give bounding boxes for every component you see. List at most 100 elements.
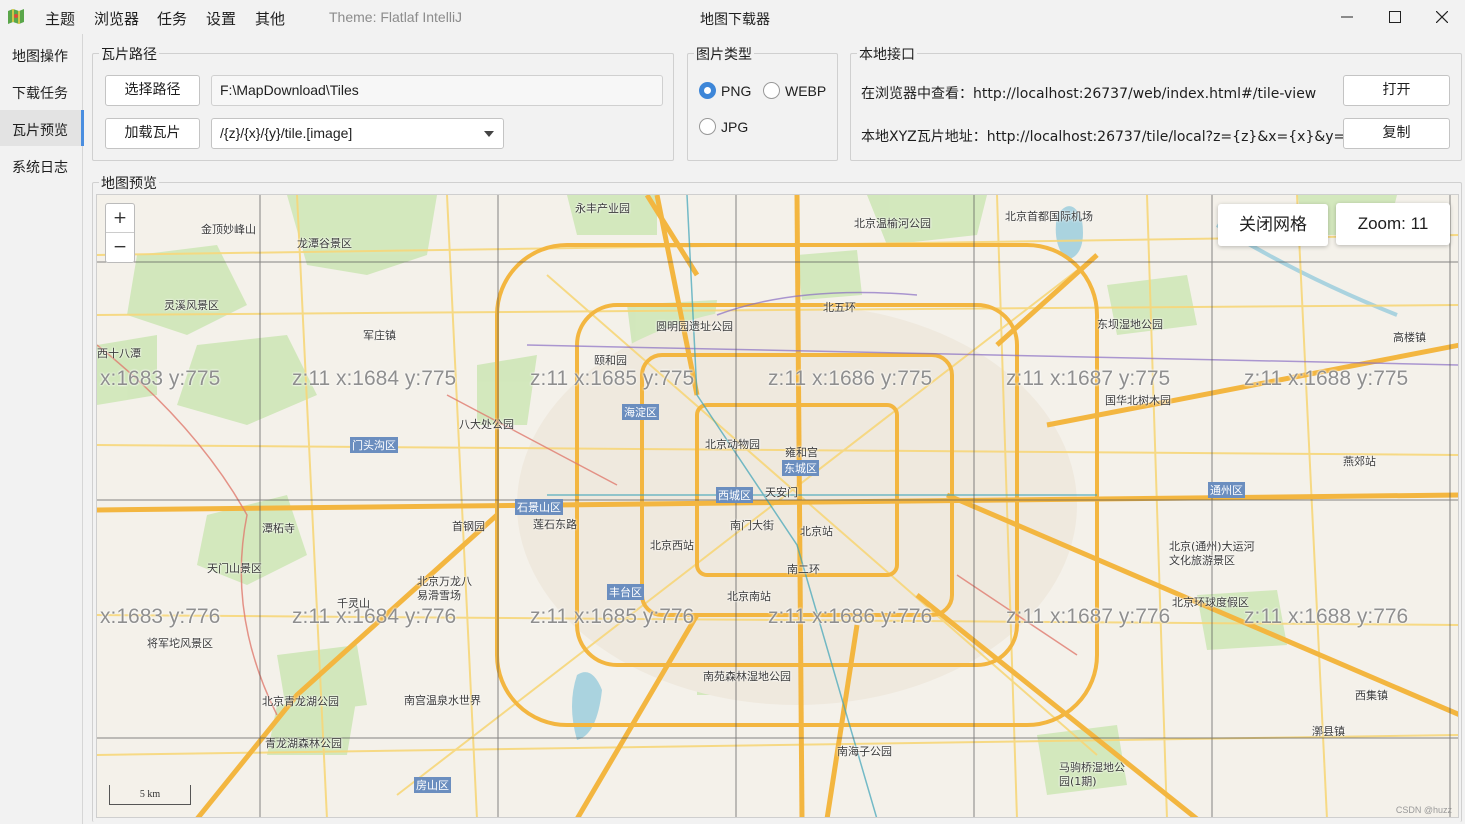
jpg-radio[interactable] <box>699 118 716 135</box>
tile-label: z:11 x:1686 y:775 <box>768 367 933 390</box>
watermark: CSDN @huzz <box>1395 805 1452 815</box>
tile-label: z:11 x:1687 y:776 <box>1006 605 1171 628</box>
map-place-label: 首钢园 <box>452 520 485 533</box>
map-place-label: 北京站 <box>800 525 833 538</box>
sidebar-item-system-log[interactable]: 系统日志 <box>0 147 83 183</box>
open-button[interactable]: 打开 <box>1343 75 1450 106</box>
local-api-title: 本地接口 <box>857 44 917 64</box>
map-place-label: 北京万龙八易滑雪场 <box>417 575 472 602</box>
map-place-label: 莲石东路 <box>533 518 577 531</box>
map-place-label: 西十八潭 <box>97 347 141 360</box>
image-type-group: 图片类型 PNG WEBP JPG <box>687 44 838 161</box>
tile-pattern-value: /{z}/{x}/{y}/tile.[image] <box>220 125 353 141</box>
map-place-label: 八大处公园 <box>459 418 514 431</box>
menu-theme[interactable]: 主题 <box>45 8 75 29</box>
map-place-label: 青龙湖森林公园 <box>265 737 342 750</box>
local-api-group: 本地接口 在浏览器中查看：http://localhost:26737/web/… <box>850 44 1462 161</box>
map-place-label: 千灵山 <box>337 597 370 610</box>
map-district-label: 通州区 <box>1208 482 1245 498</box>
tile-path-field[interactable]: F:\MapDownload\Tiles <box>211 75 663 106</box>
choose-path-button[interactable]: 选择路径 <box>105 75 200 106</box>
tile-label: z:11 x:1687 y:775 <box>1006 367 1171 390</box>
tile-label: x:1683 y:775 <box>100 367 221 390</box>
map-preview-title: 地图预览 <box>99 173 159 193</box>
map-place-label: 天门山景区 <box>207 562 262 575</box>
map-place-label: 漷县镇 <box>1312 725 1345 738</box>
zoom-level-display: Zoom: 11 <box>1336 203 1450 245</box>
minimize-icon <box>1341 16 1353 18</box>
xyz-tile-url: 本地XYZ瓦片地址：http://localhost:26737/tile/lo… <box>861 129 1372 145</box>
map-place-label: 南二环 <box>787 563 820 576</box>
map-district-label: 房山区 <box>414 777 451 793</box>
map-place-label: 天安门 <box>765 486 798 499</box>
menu-task[interactable]: 任务 <box>157 8 187 29</box>
map-zoom-control: + − <box>105 203 135 263</box>
png-radio[interactable] <box>699 82 716 99</box>
map-place-label: 北京环球度假区 <box>1172 596 1249 609</box>
map-place-label: 北京温榆河公园 <box>854 217 931 230</box>
map-place-label: 马驹桥湿地公园(1期) <box>1059 761 1125 788</box>
map-place-label: 燕郊站 <box>1343 455 1376 468</box>
map-app-icon <box>8 9 24 24</box>
zoom-out-button[interactable]: − <box>106 233 134 262</box>
jpg-label: JPG <box>721 119 749 135</box>
map-place-label: 雍和宫 <box>785 446 818 459</box>
tile-pattern-select[interactable]: /{z}/{x}/{y}/tile.[image] <box>211 118 504 149</box>
map-district-label: 石景山区 <box>515 499 563 515</box>
map-scale-bar: 5 km <box>109 785 191 805</box>
zoom-in-button[interactable]: + <box>106 204 134 233</box>
tile-path-group: 瓦片路径 选择路径 F:\MapDownload\Tiles 加载瓦片 /{z}… <box>92 44 674 161</box>
map-district-label: 丰台区 <box>607 584 644 600</box>
map-place-label: 金顶妙峰山 <box>201 223 256 236</box>
map-place-label: 军庄镇 <box>363 329 396 342</box>
map-place-label: 高楼镇 <box>1393 331 1426 344</box>
map-canvas[interactable]: x:1683 y:775 z:11 x:1684 y:775 z:11 x:16… <box>96 194 1459 818</box>
sidebar-item-map-ops[interactable]: 地图操作 <box>0 36 83 72</box>
minimize-button[interactable] <box>1324 2 1370 32</box>
menu-other[interactable]: 其他 <box>255 8 285 29</box>
tile-label: z:11 x:1684 y:775 <box>292 367 457 390</box>
sidebar-item-download-tasks[interactable]: 下载任务 <box>0 73 83 109</box>
map-place-label: 北京西站 <box>650 539 694 552</box>
webp-radio[interactable] <box>763 82 780 99</box>
maximize-button[interactable] <box>1372 2 1418 32</box>
map-place-label: 潭柘寺 <box>262 522 295 535</box>
title-bar: 主题 浏览器 任务 设置 其他 Theme: Flatlaf IntelliJ … <box>0 0 1465 34</box>
sidebar: 地图操作 下载任务 瓦片预览 系统日志 <box>0 34 84 824</box>
map-place-label: 北京(通州)大运河文化旅游景区 <box>1169 540 1255 567</box>
map-place-label: 南苑森林湿地公园 <box>703 670 791 683</box>
map-place-label: 灵溪风景区 <box>164 299 219 312</box>
tile-label: z:11 x:1686 y:776 <box>768 605 933 628</box>
map-place-label: 北五环 <box>823 301 856 314</box>
map-place-label: 颐和园 <box>594 354 627 367</box>
map-place-label: 龙潭谷景区 <box>297 237 352 250</box>
image-type-title: 图片类型 <box>694 44 754 64</box>
load-tiles-button[interactable]: 加载瓦片 <box>105 118 200 149</box>
menu-settings[interactable]: 设置 <box>206 8 236 29</box>
png-label: PNG <box>721 83 752 99</box>
tile-label: z:11 x:1688 y:776 <box>1244 605 1409 628</box>
map-basemap <box>97 195 1458 817</box>
map-place-label: 西集镇 <box>1355 689 1388 702</box>
tile-label: z:11 x:1688 y:775 <box>1244 367 1409 390</box>
map-place-label: 国华北树木园 <box>1105 394 1171 407</box>
menu-browser[interactable]: 浏览器 <box>94 8 139 29</box>
close-button[interactable] <box>1419 2 1465 32</box>
chevron-down-icon <box>484 131 494 137</box>
webp-label: WEBP <box>785 83 827 99</box>
copy-button[interactable]: 复制 <box>1343 118 1450 149</box>
map-district-label: 东城区 <box>782 460 819 476</box>
tile-label: x:1683 y:776 <box>100 605 221 628</box>
window-title: 地图下载器 <box>700 12 770 28</box>
close-grid-button[interactable]: 关闭网格 <box>1218 204 1328 246</box>
map-district-label: 西城区 <box>716 487 753 503</box>
browser-view-url: 在浏览器中查看：http://localhost:26737/web/index… <box>861 86 1317 102</box>
tile-label: z:11 x:1684 y:776 <box>292 605 457 628</box>
map-place-label: 北京青龙湖公园 <box>262 695 339 708</box>
tile-label: z:11 x:1685 y:775 <box>530 367 695 390</box>
map-place-label: 永丰产业园 <box>575 202 630 215</box>
maximize-icon <box>1389 11 1401 23</box>
map-place-label: 南门大街 <box>730 519 774 532</box>
close-icon <box>1436 11 1448 23</box>
sidebar-item-tile-preview[interactable]: 瓦片预览 <box>0 110 84 146</box>
